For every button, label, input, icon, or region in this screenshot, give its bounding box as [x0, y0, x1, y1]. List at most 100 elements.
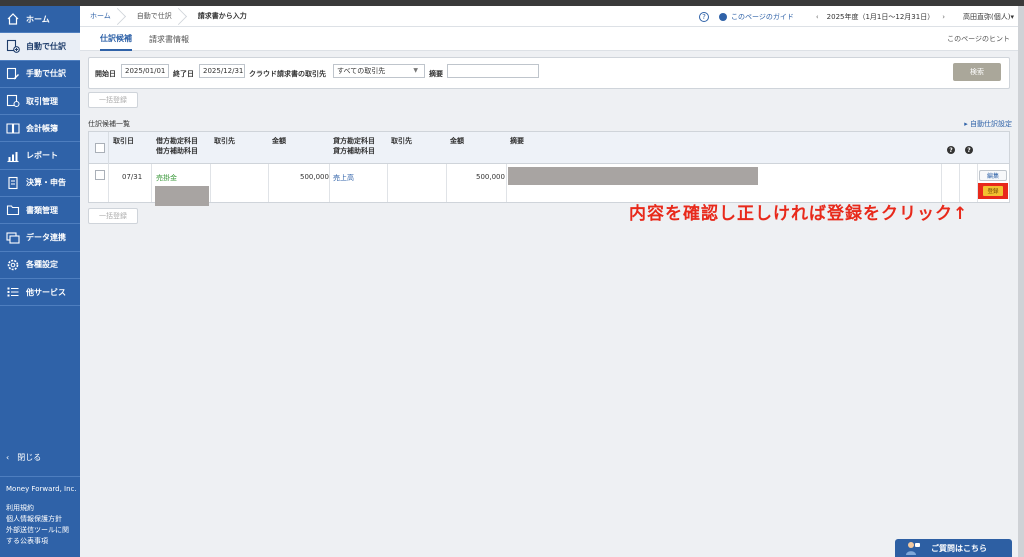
sidebar-item-label: 手動で仕訳 [26, 69, 66, 79]
end-date-label: 終了日 [173, 70, 194, 78]
row-date: 07/31 [122, 173, 143, 181]
start-date-input[interactable]: 2025/01/01 [121, 64, 169, 78]
sidebar-item-auto-journal[interactable]: 自動で仕訳 [0, 33, 80, 61]
row-debit-account[interactable]: 売掛金 [156, 173, 177, 183]
privacy-link[interactable]: 個人情報保護方針 [6, 514, 74, 525]
sidebar-item-label: データ連携 [26, 233, 66, 243]
sidebar-item-home[interactable]: ホーム [0, 6, 80, 34]
tab-invoice-info[interactable]: 請求書情報 [149, 27, 189, 51]
partner-select-value: すべての取引先 [337, 67, 386, 75]
chevron-down-icon: ▼ [413, 67, 418, 74]
header-debit-amount: 金額 [272, 137, 286, 145]
sidebar-item-settings[interactable]: 各種設定 [0, 252, 80, 279]
sidebar-item-other-services[interactable]: 他サービス [0, 279, 80, 307]
guide-icon [718, 12, 727, 21]
sidebar-item-label: レポート [26, 151, 58, 161]
auto-journal-setting-link[interactable]: ▸ 自動仕訳設定 [964, 119, 1012, 129]
partner-select[interactable]: すべての取引先 ▼ [333, 64, 425, 78]
tab-journal-candidates[interactable]: 仕訳候補 [100, 27, 132, 51]
register-highlight: 登録 [978, 183, 1008, 199]
column-divider [268, 164, 269, 202]
sidebar-item-label: 各種設定 [26, 260, 58, 270]
header-credit-sub: 貸方補助科目 [333, 147, 375, 155]
chevron-left-icon: ‹ [6, 453, 10, 462]
sidebar-item-documents[interactable]: 書類管理 [0, 197, 80, 225]
header-debit-account: 借方勘定科目 [156, 137, 198, 145]
column-divider [151, 164, 152, 202]
breadcrumb: ホーム 自動で仕訳 請求書から入力 ? このページのガイド ‹ 2025年度（1… [80, 6, 1018, 27]
user-menu[interactable]: 高田直弥(個人)▾ [963, 12, 1014, 22]
edit-button[interactable]: 編集 [979, 170, 1007, 181]
column-divider [387, 164, 388, 202]
sidebar-item-transactions[interactable]: 取引管理 [0, 88, 80, 116]
support-person-icon [906, 542, 920, 555]
header-date: 取引日 [113, 137, 134, 145]
help-icon[interactable]: ? [698, 11, 709, 22]
header-summary: 摘要 [510, 137, 524, 145]
header-credit-account: 貸方勘定科目 [333, 137, 375, 145]
header-credit-amount: 金額 [450, 137, 464, 145]
register-button[interactable]: 登録 [983, 186, 1003, 196]
page-guide-link[interactable]: このページのガイド [731, 12, 794, 22]
transaction-icon [6, 94, 20, 108]
settlement-icon [6, 176, 20, 190]
fiscal-period: ‹ 2025年度（1月1日〜12月31日） › [808, 12, 953, 22]
company-name: Money Forward, Inc. [6, 485, 77, 493]
gear-icon [6, 258, 20, 272]
contact-label: ご質問はこちら [931, 543, 987, 553]
list-icon [6, 285, 20, 299]
column-divider [506, 164, 507, 202]
redacted-block [155, 186, 209, 206]
sidebar-item-label: 書類管理 [26, 205, 58, 215]
folder-icon [6, 203, 20, 217]
partner-label: クラウド請求書の取引先 [249, 70, 326, 78]
tab-bar: 仕訳候補 請求書情報 このページのヒント [80, 27, 1018, 51]
external-tools-link-line2[interactable]: する公表事項 [6, 536, 74, 547]
main-content: ホーム 自動で仕訳 請求書から入力 ? このページのガイド ‹ 2025年度（1… [80, 6, 1018, 557]
bulk-register-button-bottom[interactable]: 一括登録 [88, 208, 138, 224]
sidebar-footer: Money Forward, Inc. 利用規約 個人情報保護方針 外部送信ツー… [0, 476, 80, 547]
sidebar: ホーム 自動で仕訳 手動で仕訳 取引管理 会計帳簿 レポート 決算・申告 書類管… [0, 6, 80, 557]
column-divider [959, 164, 960, 202]
sidebar-item-settlement[interactable]: 決算・申告 [0, 170, 80, 198]
sidebar-item-report[interactable]: レポート [0, 142, 80, 170]
sidebar-item-data-link[interactable]: データ連携 [0, 224, 80, 252]
row-debit-amount: 500,000 [300, 173, 329, 181]
breadcrumb-current: 請求書から入力 [197, 12, 247, 20]
next-period-icon[interactable]: › [942, 13, 945, 21]
terms-link[interactable]: 利用規約 [6, 503, 74, 514]
prev-period-icon[interactable]: ‹ [816, 13, 819, 21]
section-title: 仕訳候補一覧 [88, 120, 130, 128]
question-icon[interactable]: ? [965, 146, 973, 154]
summary-label: 摘要 [429, 70, 443, 78]
auto-journal-icon [6, 39, 20, 54]
contact-button[interactable]: ご質問はこちら [895, 539, 1012, 557]
bulk-register-button-top[interactable]: 一括登録 [88, 92, 138, 108]
row-credit-amount: 500,000 [476, 173, 505, 181]
journal-candidates-table: 取引日 借方勘定科目 借方補助科目 取引先 金額 貸方勘定科目 貸方補助科目 取… [88, 131, 1010, 206]
page-hint-link[interactable]: このページのヒント [947, 27, 1010, 51]
question-icon[interactable]: ? [947, 146, 955, 154]
sidebar-item-manual-journal[interactable]: 手動で仕訳 [0, 61, 80, 88]
report-icon [6, 149, 20, 163]
select-all-checkbox[interactable] [95, 143, 105, 153]
sidebar-item-label: ホーム [26, 14, 50, 24]
sidebar-close-label: 閉じる [17, 453, 42, 462]
end-date-input[interactable]: 2025/12/31 [199, 64, 245, 78]
data-link-icon [6, 231, 20, 245]
scrollbar[interactable] [1018, 6, 1024, 557]
row-credit-account[interactable]: 売上高 [333, 173, 354, 183]
table-header: 取引日 借方勘定科目 借方補助科目 取引先 金額 貸方勘定科目 貸方補助科目 取… [89, 132, 1009, 164]
column-divider [210, 164, 211, 202]
column-divider [108, 132, 109, 164]
breadcrumb-auto-journal[interactable]: 自動で仕訳 [127, 6, 188, 27]
breadcrumb-home[interactable]: ホーム [80, 6, 127, 27]
column-divider [108, 164, 109, 202]
search-button[interactable]: 検索 [953, 63, 1001, 81]
row-checkbox[interactable] [95, 170, 105, 180]
external-tools-link[interactable]: 外部送信ツールに関 [6, 525, 74, 536]
summary-input[interactable] [447, 64, 539, 78]
instruction-annotation: 内容を確認し正しければ登録をクリック↑ [629, 204, 969, 224]
sidebar-close-button[interactable]: ‹ 閉じる [6, 452, 41, 463]
sidebar-item-ledger[interactable]: 会計帳簿 [0, 115, 80, 143]
